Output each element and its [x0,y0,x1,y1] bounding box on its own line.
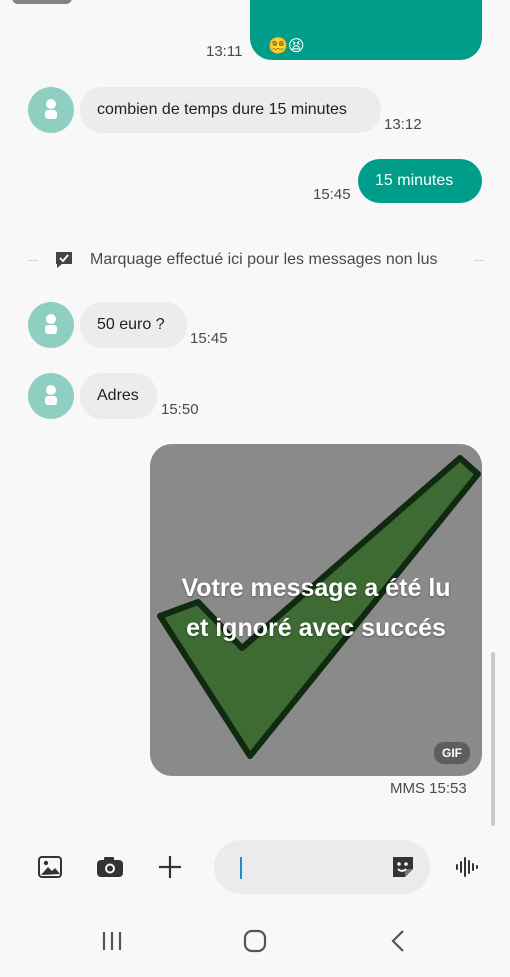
mms-meta: MMS 15:53 [390,780,467,797]
person-icon [45,314,57,334]
message-text: combien de temps dure 15 minutes [97,101,347,118]
gallery-icon [38,856,62,878]
unread-marker-text: Marquage effectué ici pour les messages … [90,251,438,268]
incoming-message[interactable]: Adres [80,373,157,419]
incoming-message[interactable]: combien de temps dure 15 minutes [80,87,381,133]
recents-button[interactable] [90,919,134,963]
voice-button[interactable] [448,835,488,899]
person-icon [45,385,57,405]
message-text: 😵‍💫😫 [268,38,305,55]
message-check-icon [56,252,72,268]
message-time: 13:12 [384,116,422,133]
divider [28,260,38,261]
outgoing-message[interactable]: 15 minutes [358,159,482,203]
gif-badge: GIF [434,742,470,764]
message-time: 15:45 [313,186,351,203]
contact-avatar[interactable] [28,87,74,133]
message-time: 15:50 [161,401,199,418]
home-button[interactable] [233,919,277,963]
message-text: 15 minutes [375,172,454,189]
add-button[interactable] [150,835,190,899]
contact-avatar[interactable] [28,302,74,348]
recents-icon [102,932,122,950]
gallery-button[interactable] [30,835,70,899]
unread-marker: Marquage effectué ici pour les messages … [28,244,484,276]
voice-icon [456,857,478,877]
incoming-message[interactable]: 50 euro ? [80,302,187,348]
mms-gif-message[interactable]: Votre message a été lu et ignoré avec su… [150,444,482,776]
back-icon [391,930,404,952]
plus-icon [159,856,181,878]
message-text: 50 euro ? [97,316,165,333]
message-text: Adres [97,387,139,404]
system-navigation-bar [0,899,510,977]
message-input[interactable] [214,840,430,894]
sticker-icon[interactable] [390,854,416,880]
divider [474,260,484,261]
message-time: 15:45 [190,330,228,347]
message-time: 13:11 [206,43,243,60]
person-icon [45,99,57,119]
gif-caption: Votre message a été lu et ignoré avec su… [181,574,451,642]
contact-avatar[interactable] [28,373,74,419]
back-button[interactable] [376,919,420,963]
scrollbar[interactable] [491,652,495,826]
camera-icon [97,857,123,877]
camera-button[interactable] [90,835,130,899]
text-caret [240,857,242,879]
outgoing-message[interactable]: 😵‍💫😫 [250,0,482,60]
composer-bar [0,835,510,899]
cropped-header-text [12,0,72,4]
home-icon [243,929,267,953]
